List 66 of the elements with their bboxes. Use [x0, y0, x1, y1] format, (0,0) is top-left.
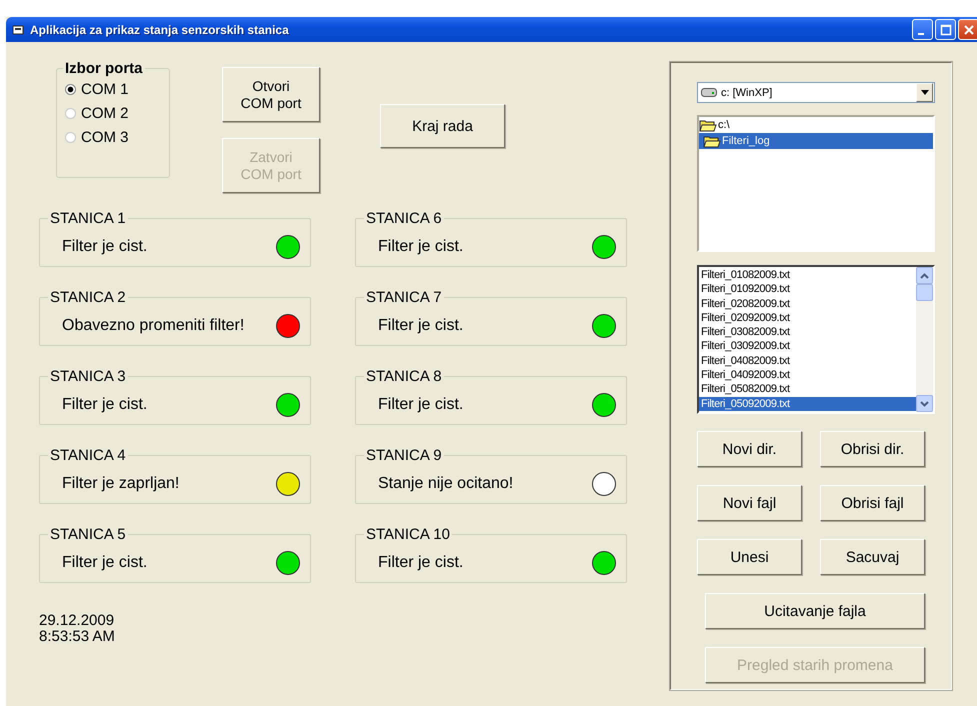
station-name: STANICA 8 [365, 368, 443, 385]
time-label: 8:53:53 AM [39, 629, 116, 645]
scrollbar[interactable] [916, 267, 933, 412]
port-radio[interactable]: COM 2 [65, 105, 161, 122]
radio-circle[interactable] [65, 132, 76, 143]
drive-icon [701, 88, 717, 97]
file-item[interactable]: Filteri_04092009.txt [699, 368, 916, 382]
station-name: STANICA 3 [49, 368, 127, 385]
file-item[interactable]: Filteri_05092009.txt [699, 396, 916, 411]
exit-button[interactable]: Kraj rada [380, 104, 505, 148]
file-button[interactable]: Novi dir. [697, 431, 802, 467]
port-radio[interactable]: COM 3 [65, 129, 161, 146]
radio-circle[interactable] [65, 108, 76, 119]
station-status: Filter je cist. [378, 316, 464, 334]
station-name: STANICA 2 [49, 289, 127, 306]
maximize-icon [940, 24, 952, 36]
station-status: Obavezno promeniti filter! [62, 316, 244, 334]
date-label: 29.12.2009 [39, 613, 116, 629]
folder-item[interactable]: c:\ [699, 117, 933, 133]
file-item[interactable]: Filteri_02092009.txt [699, 310, 916, 326]
station-status: Filter je cist. [378, 554, 464, 572]
port-button[interactable]: Otvori COM port [222, 67, 320, 122]
file-item[interactable]: Filteri_05082009.txt [699, 382, 916, 397]
station-status: Filter je zaprljan! [62, 474, 180, 492]
file-button[interactable]: Obrisi dir. [820, 431, 925, 467]
station-name: STANICA 7 [365, 289, 443, 306]
scroll-down-icon[interactable] [916, 395, 933, 412]
folder-item[interactable]: Filteri_log [699, 133, 933, 149]
scroll-up-icon[interactable] [916, 267, 933, 284]
scroll-thumb[interactable] [916, 284, 933, 301]
file-item[interactable]: Filteri_01082009.txt [699, 268, 916, 282]
window-icon [12, 24, 24, 36]
station-name: STANICA 5 [49, 526, 127, 543]
file-button[interactable]: Unesi [697, 539, 802, 575]
station-name: STANICA 6 [365, 210, 443, 227]
station-status: Filter je cist. [378, 396, 464, 414]
file-button[interactable]: Obrisi fajl [820, 485, 925, 521]
file-item[interactable]: Filteri_01092009.txt [699, 282, 916, 297]
file-item[interactable]: Filteri_04082009.txt [699, 354, 916, 368]
station-status: Filter je cist. [62, 396, 148, 414]
maximize-button[interactable] [935, 19, 956, 40]
file-button[interactable]: Sacuvaj [820, 539, 925, 575]
station-name: STANICA 1 [49, 210, 127, 227]
radio-circle[interactable] [65, 84, 76, 95]
station-name: STANICA 9 [365, 447, 443, 464]
folder-icon [703, 134, 721, 148]
station-name: STANICA 4 [49, 447, 127, 464]
file-button[interactable]: Novi fajl [697, 485, 802, 521]
minimize-icon [918, 32, 924, 34]
file-button[interactable]: Ucitavanje fajla [705, 593, 925, 629]
close-button[interactable] [958, 19, 977, 40]
file-item[interactable]: Filteri_03092009.txt [699, 339, 916, 354]
drive-dropdown[interactable]: c: [WinXP] [697, 82, 935, 103]
file-item[interactable]: Filteri_02082009.txt [699, 296, 916, 311]
folder-icon [699, 118, 717, 132]
station-status: Filter je cist. [62, 554, 148, 572]
file-item[interactable]: Filteri_03082009.txt [699, 325, 916, 340]
port-radio[interactable]: COM 1 [65, 81, 161, 98]
station-status: Filter je cist. [62, 238, 148, 256]
station-status: Filter je cist. [378, 238, 464, 256]
close-icon [962, 24, 974, 36]
station-status: Stanje nije ocitano! [378, 474, 514, 492]
group-title: Izbor porta [64, 60, 144, 77]
station-name: STANICA 10 [365, 526, 451, 543]
minimize-button[interactable] [912, 19, 933, 40]
window-title: Aplikacija za prikaz stanja senzorskih stanica [30, 22, 289, 36]
